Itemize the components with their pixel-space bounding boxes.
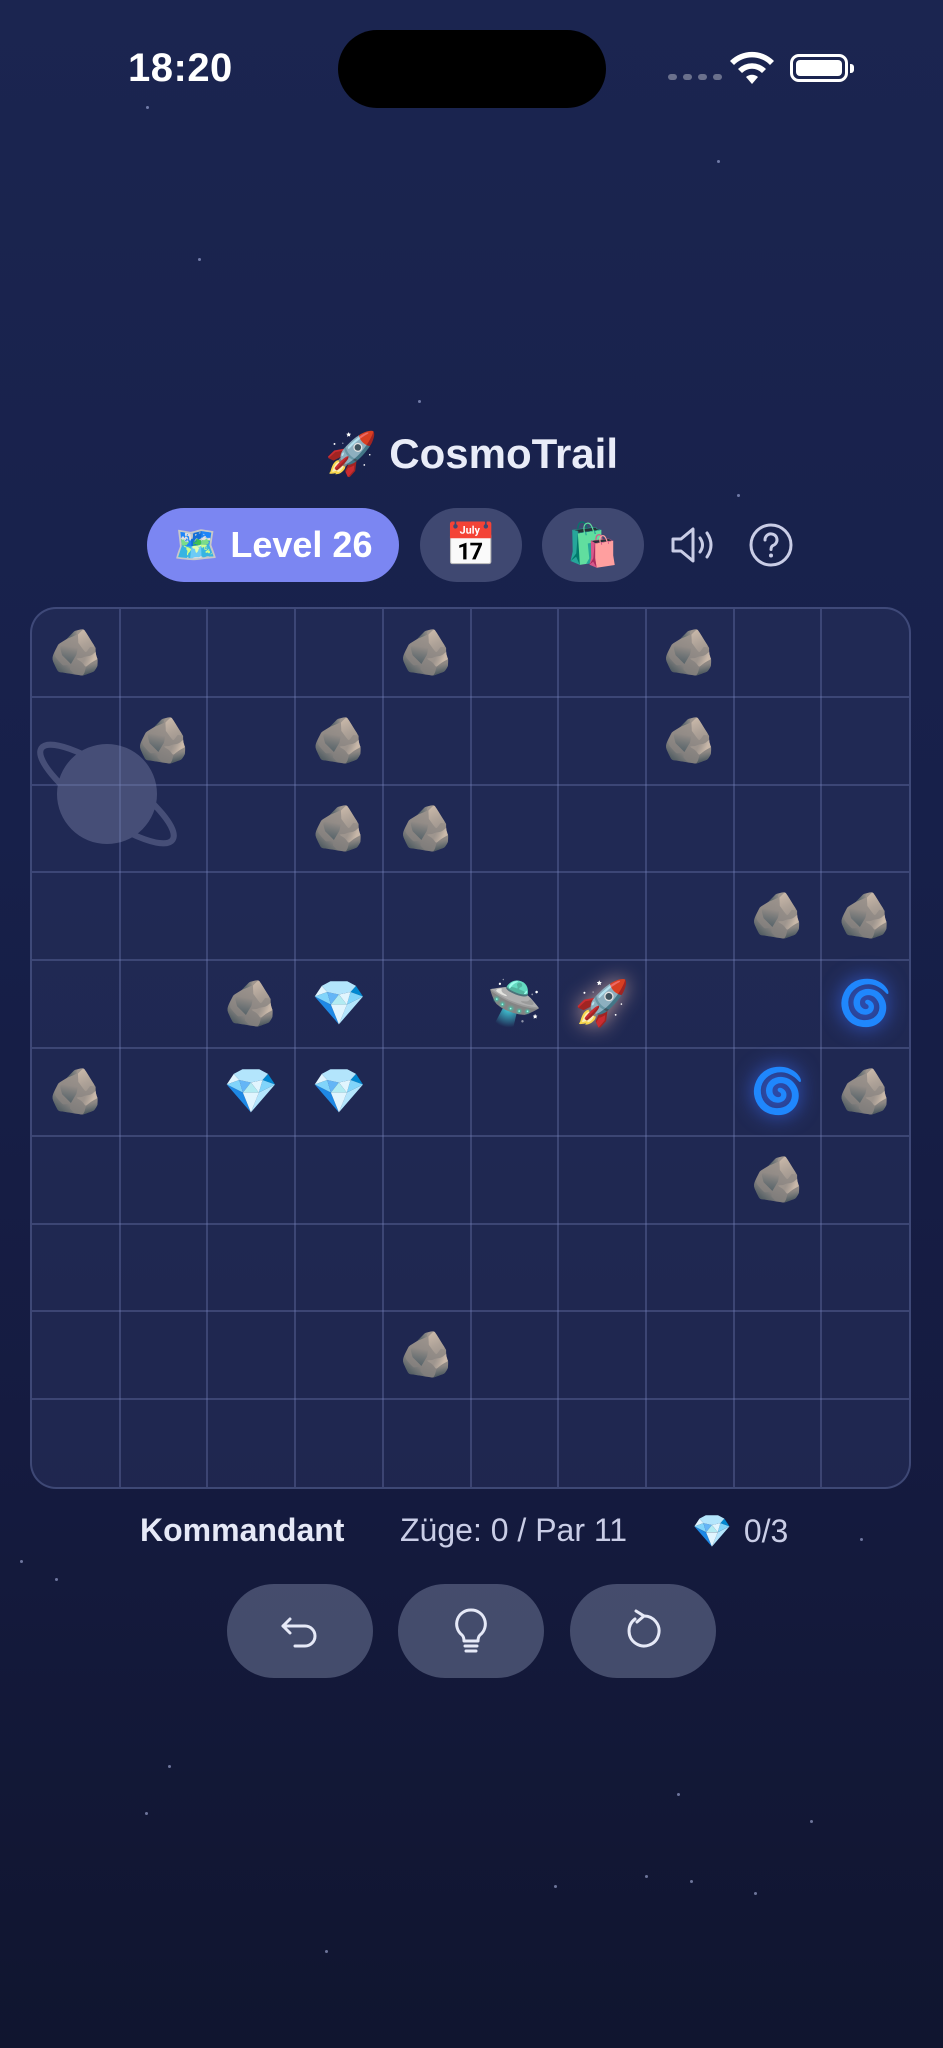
gem-icon: 💎 [311, 979, 367, 1029]
gem-icon: 💎 [311, 1066, 367, 1116]
wifi-icon [730, 51, 774, 84]
lightbulb-icon [455, 1608, 487, 1653]
star-decoration [645, 1875, 648, 1878]
status-time: 18:20 [128, 46, 233, 90]
asteroid-icon: 🪨 [837, 891, 893, 941]
map-icon: 🗺️ [173, 524, 219, 565]
asteroid-icon: 🪨 [662, 715, 718, 765]
gem-icon: 💎 [692, 1513, 732, 1549]
asteroid-icon: 🪨 [48, 1066, 104, 1116]
sound-toggle-button[interactable] [666, 516, 724, 574]
asteroid-icon: 🪨 [399, 1330, 455, 1380]
gems-counter: 💎 0/3 [692, 1512, 788, 1550]
asteroid-icon: 🪨 [662, 627, 718, 677]
star-decoration [20, 1560, 23, 1563]
rocket-icon[interactable]: 🚀 [558, 960, 646, 1048]
star-decoration [146, 106, 149, 109]
level-button[interactable]: 🗺️ Level 26 [147, 508, 399, 582]
asteroid-icon: 🪨 [399, 627, 455, 677]
page-title: 🚀 CosmoTrail [0, 430, 943, 479]
calendar-icon: 📅 [444, 520, 498, 568]
battery-icon [790, 54, 854, 82]
asteroid-icon: 🪨 [136, 715, 191, 765]
star-decoration [810, 1820, 813, 1823]
shopping-bag-icon: 🛍️ [566, 520, 620, 568]
rocket-icon: 🚀 [324, 430, 378, 477]
restart-arrow-icon [627, 1609, 661, 1648]
level-label: Level 26 [230, 524, 373, 565]
question-circle-icon [749, 523, 793, 567]
star-decoration [754, 1892, 757, 1895]
star-decoration [168, 1765, 171, 1768]
asteroid-icon: 🪨 [750, 1154, 805, 1204]
help-button[interactable] [742, 516, 800, 574]
gems-count: 0/3 [743, 1512, 789, 1549]
star-decoration [737, 494, 740, 497]
undo-button[interactable] [227, 1584, 373, 1678]
daily-calendar-button[interactable]: 📅 [420, 508, 522, 582]
asteroid-icon: 🪨 [311, 803, 367, 853]
speaker-icon [671, 527, 713, 563]
cellular-signal-icon [668, 74, 722, 80]
star-decoration [55, 1578, 58, 1581]
gem-icon: 💎 [223, 1066, 279, 1116]
info-bar: Kommandant Züge: 0 / Par 11 💎 0/3 [0, 1512, 943, 1560]
asteroid-icon: 🪨 [48, 627, 104, 677]
action-bar [0, 1584, 943, 1678]
restart-button[interactable] [570, 1584, 716, 1678]
undo-arrow-icon [281, 1617, 317, 1648]
player-rank: Kommandant [140, 1512, 345, 1548]
toolbar: 🗺️ Level 26 📅 🛍️ [0, 508, 943, 582]
app-title: CosmoTrail [389, 430, 619, 477]
asteroid-icon: 🪨 [223, 979, 279, 1029]
ufo-icon: 🛸 [486, 979, 542, 1029]
wormhole-icon: 🌀 [750, 1066, 805, 1116]
hint-button[interactable] [398, 1584, 544, 1678]
star-decoration [717, 160, 720, 163]
star-decoration [554, 1885, 557, 1888]
asteroid-icon: 🪨 [837, 1066, 893, 1116]
star-decoration [145, 1812, 148, 1815]
game-board[interactable]: 🪨 🪨 🪨 🪨 🪨 🪨 🪨 🪨 🪨 🪨 🪨 💎 🛸 🚀 🌀 🪨 💎 💎 🌀 🪨 🪨 🪨 [30, 607, 911, 1489]
moves-counter: Züge: 0 / Par 11 [400, 1512, 628, 1548]
asteroid-icon: 🪨 [750, 891, 805, 941]
shop-button[interactable]: 🛍️ [542, 508, 644, 582]
star-decoration [690, 1880, 693, 1883]
star-decoration [677, 1793, 680, 1796]
asteroid-icon: 🪨 [311, 715, 367, 765]
dynamic-island [338, 30, 606, 108]
star-decoration [418, 400, 421, 403]
star-decoration [198, 258, 201, 261]
star-decoration [325, 1950, 328, 1953]
asteroid-icon: 🪨 [399, 803, 455, 853]
wormhole-icon: 🌀 [837, 979, 893, 1029]
